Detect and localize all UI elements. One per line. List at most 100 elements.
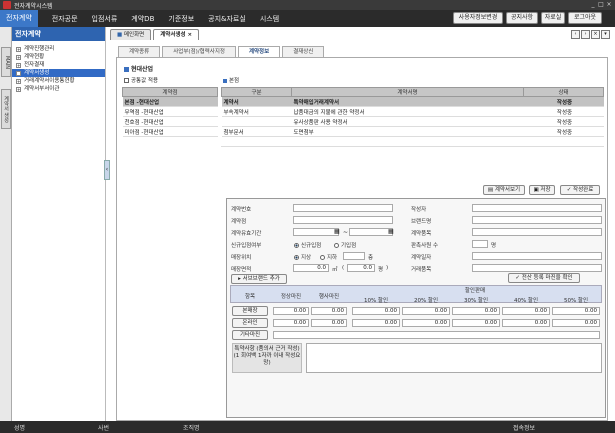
margin-input[interactable]: 0.00 (402, 307, 450, 315)
row-other-margin-button[interactable]: 기타마진 (232, 330, 268, 340)
close-icon[interactable]: × (187, 32, 192, 38)
collapse-icon[interactable]: − (16, 70, 21, 76)
table-row[interactable]: 부속계약서 납품대금의 지불에 관한 약정서 작성중 (221, 106, 604, 117)
table-row[interactable]: 무역점 -현대산업 (122, 106, 218, 117)
table-row[interactable]: 미아점 -현대산업 (122, 126, 218, 137)
menu-icon[interactable]: ▾ (601, 30, 610, 39)
table-row[interactable]: 유사상품판 사용 약정서 작성중 (221, 116, 604, 127)
tab-division-partner[interactable]: 사업부(점)/협력사지정 (162, 46, 236, 57)
archive-button[interactable]: 자료실 (541, 12, 565, 24)
row-online-button[interactable]: 온라인 (232, 318, 268, 328)
vtab-main[interactable]: MAIN (1, 47, 11, 77)
radio-existing-entry[interactable]: 기입점 (334, 241, 356, 249)
margin-input[interactable]: 0.00 (273, 319, 309, 327)
brand-input[interactable] (472, 216, 602, 224)
tab-contract-type[interactable]: 계약종류 (118, 46, 161, 57)
margin-input[interactable]: 0.00 (311, 319, 347, 327)
margin-input[interactable]: 0.00 (402, 319, 450, 327)
add-sub-brand-button[interactable]: ▸ 서브브랜드 추가 (231, 274, 287, 284)
minimize-icon[interactable]: _ (589, 1, 597, 9)
contract-branch-input[interactable] (293, 216, 393, 224)
sidebar-collapse-handle[interactable]: ‹ (104, 160, 110, 180)
close-icon[interactable]: × (605, 1, 613, 9)
notice-button[interactable]: 공지사항 (506, 12, 538, 24)
menu-system[interactable]: 시스템 (260, 14, 279, 24)
table-row[interactable]: 천호점 -현대산업 (122, 116, 218, 127)
menu-notice-archive[interactable]: 공지&자료실 (208, 14, 246, 24)
radio-label: 신규입점 (301, 243, 322, 249)
menu-official-document[interactable]: 전자공문 (52, 14, 78, 24)
floor-input[interactable] (343, 252, 365, 260)
item-input[interactable] (472, 228, 602, 236)
margin-input[interactable]: 0.00 (552, 319, 600, 327)
sidebar-item-contract-progress[interactable]: + 계약진행관리 (12, 45, 105, 53)
table-cell: 천호점 -현대산업 (122, 116, 218, 127)
period-end-input[interactable] (349, 228, 393, 236)
tab-contract-info[interactable]: 계약정보 (237, 46, 281, 57)
expand-icon[interactable]: + (16, 78, 21, 84)
other-margin-input[interactable] (273, 331, 600, 339)
menu-contract-db[interactable]: 계약DB (131, 14, 154, 24)
margin-input[interactable]: 0.00 (311, 307, 347, 315)
prev-icon[interactable]: ‹ (571, 30, 580, 39)
radio-icon[interactable] (294, 243, 299, 248)
expand-icon[interactable]: + (16, 86, 21, 92)
expand-icon[interactable]: + (16, 54, 21, 60)
author-input[interactable] (472, 204, 602, 212)
user-info-button[interactable]: 사용자정보변경 (453, 12, 503, 24)
col-discount-20: 20% 할인 (413, 298, 439, 304)
area-sqm-input[interactable]: 0.0 (293, 264, 329, 272)
margin-input[interactable]: 0.00 (352, 307, 400, 315)
common-value-checkbox[interactable]: 공통값 적용 (124, 76, 158, 84)
radio-icon[interactable] (294, 255, 299, 260)
close-all-icon[interactable]: × (591, 30, 600, 39)
expand-icon[interactable]: + (16, 62, 21, 68)
vtab-contract-write[interactable]: 계약서 생성 (1, 89, 11, 129)
radio-icon[interactable] (334, 243, 339, 248)
table-row[interactable]: 본점 -현대산업 (122, 96, 218, 107)
margin-input[interactable]: 0.00 (352, 319, 400, 327)
view-contract-button[interactable]: ▤ 계약서보기 (483, 185, 525, 195)
area-pyeong-input[interactable]: 0.0 (347, 264, 375, 272)
maximize-icon[interactable]: □ (597, 1, 605, 9)
period-start-input[interactable] (293, 228, 339, 236)
logout-button[interactable]: 로그아웃 (568, 12, 602, 24)
table-row[interactable]: 계약서 특약매입거래계약서 작성중 (221, 96, 604, 107)
doc-tab-home[interactable]: ■ 메인화면 (110, 29, 152, 40)
sales-staff-input[interactable] (472, 240, 488, 248)
radio-underground[interactable]: 지하 (320, 253, 337, 261)
row-store-button[interactable]: 본매장 (232, 306, 268, 316)
sidebar-item-contract-transfer[interactable]: + 계약서부서이관 (12, 85, 105, 93)
margin-input[interactable]: 0.00 (452, 307, 500, 315)
complete-button[interactable]: ✓ 작성완료 (560, 185, 600, 195)
save-button[interactable]: ▣ 저장 (529, 185, 555, 195)
sidebar-item-e-approval[interactable]: + 전자결재 (12, 61, 105, 69)
contract-no-input[interactable] (293, 204, 393, 212)
sidebar-item-contract-usage[interactable]: + 거래계약서이용통현황 (12, 77, 105, 85)
expand-icon[interactable]: + (16, 46, 21, 52)
tab-approval-submit[interactable]: 결재상신 (282, 46, 325, 57)
menu-entry-documents[interactable]: 입점서류 (92, 14, 118, 24)
next-icon[interactable]: › (581, 30, 590, 39)
margin-input[interactable]: 0.00 (273, 307, 309, 315)
calendar-icon[interactable]: ▦ (388, 228, 394, 235)
margin-input[interactable]: 0.00 (452, 319, 500, 327)
calendar-icon[interactable]: ▦ (334, 228, 340, 235)
margin-input[interactable]: 0.00 (552, 307, 600, 315)
radio-new-entry[interactable]: 신규입점 (294, 241, 321, 249)
sidebar-item-contract-create[interactable]: − 계약서생성 (12, 69, 105, 77)
menu-electronic-contract[interactable]: 전자계약 (0, 10, 38, 27)
radio-icon[interactable] (320, 255, 325, 260)
margin-input[interactable]: 0.00 (502, 307, 550, 315)
check-margin-button[interactable]: ✓ 전산 등록 마진을 확인 (508, 273, 580, 283)
date-input[interactable] (472, 252, 602, 260)
sidebar-item-contract-status[interactable]: + 계약현황 (12, 53, 105, 61)
doc-tab-current[interactable]: 계약서생성 × (153, 29, 200, 40)
radio-above-ground[interactable]: 지상 (294, 253, 311, 261)
checkbox-icon[interactable] (124, 78, 129, 83)
special-notes-textarea[interactable] (306, 343, 602, 373)
table-row[interactable]: 첨부문서 도면첨부 작성중 (221, 126, 604, 137)
margin-input[interactable]: 0.00 (502, 319, 550, 327)
trade-item-input[interactable] (472, 264, 602, 272)
menu-base-info[interactable]: 기준정보 (168, 14, 194, 24)
